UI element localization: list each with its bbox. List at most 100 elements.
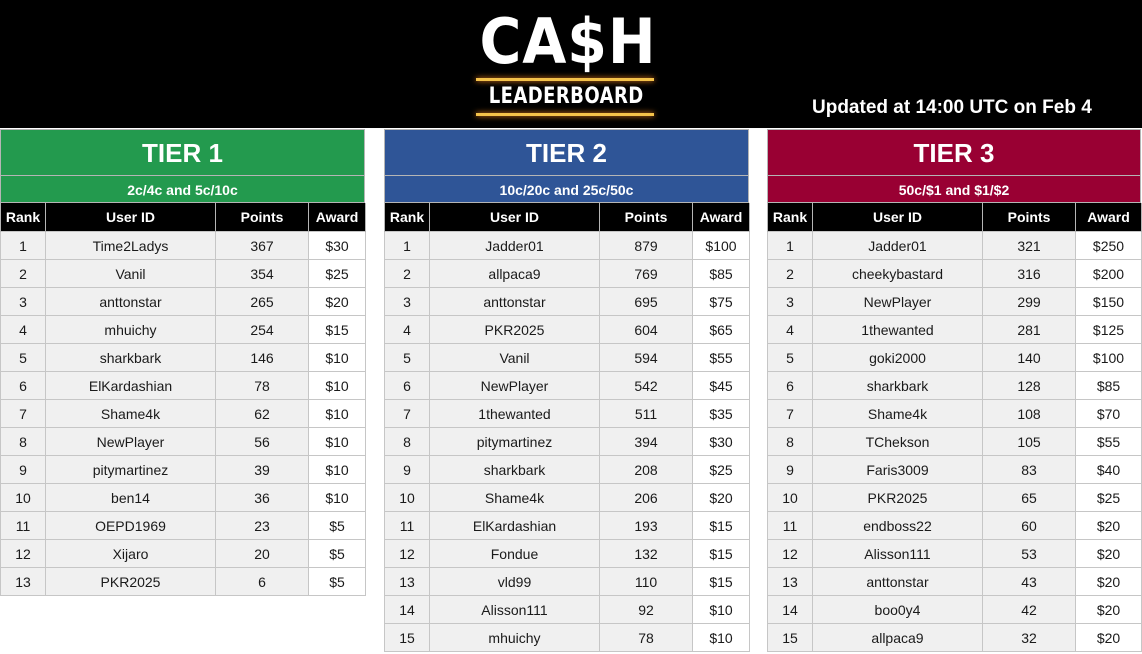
rank-cell: 4 — [767, 315, 813, 344]
award-cell: $10 — [308, 427, 366, 456]
points-header: Points — [215, 203, 309, 232]
table-row: 6 ElKardashian 78 $10 — [0, 371, 366, 400]
table-row: 11 OEPD1969 23 $5 — [0, 511, 366, 540]
award-cell: $10 — [308, 483, 366, 512]
user-id-cell: sharkbark — [429, 455, 600, 484]
award-cell: $15 — [692, 539, 750, 568]
tier-2-panel: TIER 2 10c/20c and 25c/50c Rank User ID Poin… — [384, 129, 750, 652]
points-cell: 394 — [599, 427, 693, 456]
user-id-cell: Xijaro — [45, 539, 216, 568]
points-cell: 316 — [982, 259, 1076, 288]
award-cell: $125 — [1075, 315, 1142, 344]
user-id-cell: allpaca9 — [812, 623, 983, 652]
user-id-cell: PKR2025 — [45, 567, 216, 596]
table-row: 9 pitymartinez 39 $10 — [0, 455, 366, 484]
rank-cell: 7 — [767, 399, 813, 428]
rank-cell: 7 — [384, 399, 430, 428]
table-row: 8 pitymartinez 394 $30 — [384, 427, 750, 456]
points-cell: 60 — [982, 511, 1076, 540]
points-cell: 132 — [599, 539, 693, 568]
award-cell: $85 — [692, 259, 750, 288]
table-row: 4 mhuichy 254 $15 — [0, 315, 366, 344]
user-id-cell: PKR2025 — [812, 483, 983, 512]
award-cell: $40 — [1075, 455, 1142, 484]
rank-cell: 9 — [0, 455, 46, 484]
tier-stakes: 2c/4c and 5c/10c — [0, 175, 365, 203]
points-cell: 695 — [599, 287, 693, 316]
award-cell: $20 — [1075, 595, 1142, 624]
user-id-cell: pitymartinez — [429, 427, 600, 456]
table-row: 8 TChekson 105 $55 — [767, 427, 1142, 456]
award-cell: $55 — [1075, 427, 1142, 456]
user-id-cell: Jadder01 — [429, 231, 600, 260]
award-cell: $20 — [1075, 623, 1142, 652]
user-id-cell: sharkbark — [812, 371, 983, 400]
user-id-cell: Fondue — [429, 539, 600, 568]
points-cell: 105 — [982, 427, 1076, 456]
table-row: 11 ElKardashian 193 $15 — [384, 511, 750, 540]
rank-cell: 12 — [384, 539, 430, 568]
table-row: 2 Vanil 354 $25 — [0, 259, 366, 288]
points-header: Points — [982, 203, 1076, 232]
logo-cash-text: CA$H — [479, 5, 657, 78]
rank-cell: 4 — [0, 315, 46, 344]
user-id-cell: Shame4k — [429, 483, 600, 512]
user-id-cell: Faris3009 — [812, 455, 983, 484]
points-cell: 78 — [215, 371, 309, 400]
award-cell: $25 — [692, 455, 750, 484]
table-row: 7 Shame4k 108 $70 — [767, 399, 1142, 428]
points-cell: 23 — [215, 511, 309, 540]
award-cell: $70 — [1075, 399, 1142, 428]
table-row: 1 Time2Ladys 367 $30 — [0, 231, 366, 260]
user-id-header: User ID — [812, 203, 983, 232]
rank-cell: 5 — [384, 343, 430, 372]
award-cell: $150 — [1075, 287, 1142, 316]
user-id-cell: NewPlayer — [429, 371, 600, 400]
leaderboard-table: Rank User ID Points Award 1 Time2Ladys 367 $30 2… — [0, 203, 366, 596]
table-row: 8 NewPlayer 56 $10 — [0, 427, 366, 456]
rank-cell: 3 — [767, 287, 813, 316]
award-cell: $15 — [692, 567, 750, 596]
points-cell: 6 — [215, 567, 309, 596]
points-cell: 879 — [599, 231, 693, 260]
table-row: 7 1thewanted 511 $35 — [384, 399, 750, 428]
user-id-cell: goki2000 — [812, 343, 983, 372]
header-banner: CA$H LEADERBOARD Updated at 14:00 UTC on… — [0, 0, 1142, 128]
tier-title: TIER 3 — [767, 129, 1141, 175]
user-id-cell: Shame4k — [45, 399, 216, 428]
rank-cell: 10 — [384, 483, 430, 512]
user-id-cell: anttonstar — [429, 287, 600, 316]
points-cell: 206 — [599, 483, 693, 512]
table-row: 3 anttonstar 265 $20 — [0, 287, 366, 316]
rank-cell: 8 — [0, 427, 46, 456]
award-header: Award — [308, 203, 366, 232]
award-cell: $30 — [308, 231, 366, 260]
table-row: 2 cheekybastard 316 $200 — [767, 259, 1142, 288]
rank-cell: 8 — [384, 427, 430, 456]
rank-cell: 15 — [767, 623, 813, 652]
leaderboard-table: Rank User ID Points Award 1 Jadder01 879 $100 2 a… — [384, 203, 750, 652]
award-cell: $65 — [692, 315, 750, 344]
award-cell: $15 — [308, 315, 366, 344]
points-cell: 321 — [982, 231, 1076, 260]
points-cell: 542 — [599, 371, 693, 400]
tier-1-panel: TIER 1 2c/4c and 5c/10c Rank User ID Points A… — [0, 129, 366, 596]
rank-cell: 14 — [767, 595, 813, 624]
points-cell: 43 — [982, 567, 1076, 596]
points-cell: 83 — [982, 455, 1076, 484]
points-header: Points — [599, 203, 693, 232]
points-cell: 193 — [599, 511, 693, 540]
table-row: 9 Faris3009 83 $40 — [767, 455, 1142, 484]
user-id-cell: NewPlayer — [812, 287, 983, 316]
table-row: 5 sharkbark 146 $10 — [0, 343, 366, 372]
award-cell: $20 — [308, 287, 366, 316]
user-id-cell: endboss22 — [812, 511, 983, 540]
table-row: 2 allpaca9 769 $85 — [384, 259, 750, 288]
award-cell: $20 — [692, 483, 750, 512]
points-cell: 299 — [982, 287, 1076, 316]
points-cell: 56 — [215, 427, 309, 456]
logo-glow-line-bottom — [476, 113, 654, 116]
points-cell: 92 — [599, 595, 693, 624]
points-cell: 769 — [599, 259, 693, 288]
award-cell: $20 — [1075, 539, 1142, 568]
